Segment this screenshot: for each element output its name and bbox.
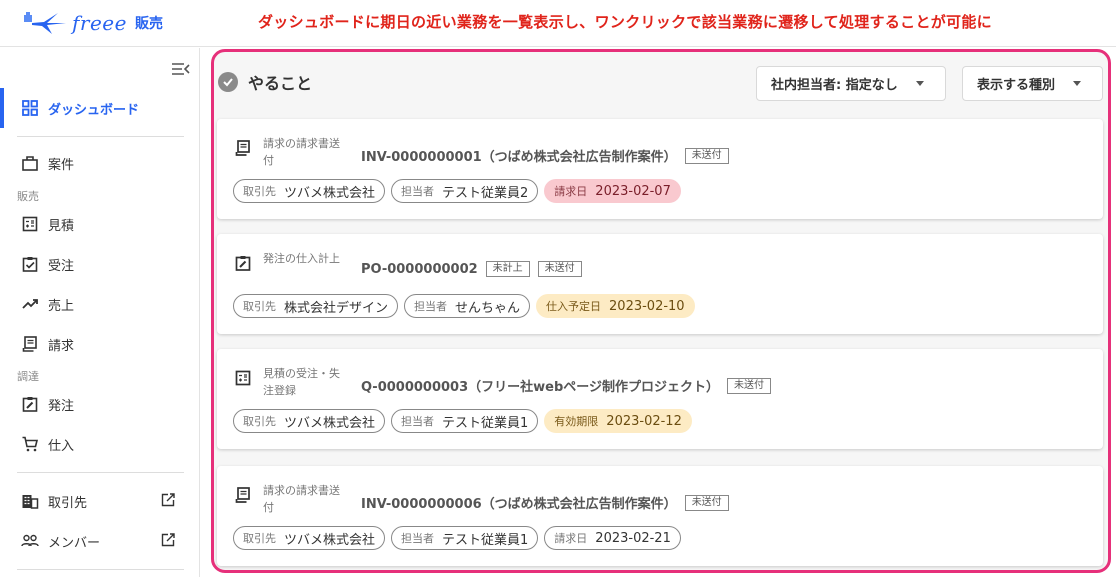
- todo-card[interactable]: 見積の受注・失注登録 Q-0000000003（フリー社webページ制作プロジェ…: [217, 349, 1103, 449]
- sidebar-divider: [17, 472, 184, 473]
- type-filter-label: 表示する種別: [977, 78, 1056, 93]
- document-title[interactable]: INV-0000000006（つばめ株式会社広告制作案件）: [361, 493, 677, 512]
- sidebar-item-members[interactable]: メンバー: [20, 526, 185, 556]
- caret-down-icon: [915, 81, 924, 86]
- due-date-chip: 請求日 2023-02-21: [544, 526, 681, 550]
- due-date-chip: 請求日 2023-02-07: [544, 179, 681, 203]
- document-title[interactable]: Q-0000000003（フリー社webページ制作プロジェクト）: [361, 376, 719, 395]
- assignee-filter-dropdown[interactable]: 社内担当者: 指定なし: [756, 66, 946, 101]
- assignee-chip: 担当者 せんちゃん: [404, 294, 531, 318]
- caret-down-icon: [1073, 81, 1082, 86]
- top-bar: freee 販売 ダッシュボードに期日の近い業務を一覧表示し、ワンクリックで該当…: [0, 0, 1116, 47]
- clipboard-edit-icon: [20, 394, 40, 414]
- type-filter-dropdown[interactable]: 表示する種別: [962, 66, 1103, 101]
- status-tag: 未送付: [537, 261, 582, 277]
- todo-title: やること: [248, 74, 313, 93]
- receipt-icon: [20, 334, 40, 354]
- client-chip: 取引先 ツバメ株式会社: [233, 409, 386, 433]
- task-kind: 発注の仕入計上: [263, 252, 340, 265]
- external-link-icon: [161, 533, 175, 547]
- due-date-chip: 仕入予定日 2023-02-10: [536, 294, 695, 318]
- todo-card[interactable]: 請求の請求書送付 INV-0000000006（つばめ株式会社広告制作案件） 未…: [217, 466, 1103, 566]
- calculator-icon: [235, 370, 251, 386]
- todo-header: やること: [218, 70, 312, 94]
- freee-logo[interactable]: freee 販売: [22, 10, 163, 36]
- clipboard-check-icon: [20, 254, 40, 274]
- building-icon: [20, 491, 40, 511]
- sidebar-item-deals[interactable]: 案件: [20, 148, 185, 178]
- sidebar-item-label: ダッシュボード: [48, 102, 140, 118]
- section-label-sales: 販売: [17, 190, 39, 203]
- briefcase-icon: [20, 153, 40, 173]
- task-kind: 見積の受注・失注登録: [263, 367, 340, 397]
- due-date-chip: 有効期限 2023-02-12: [544, 409, 692, 433]
- sidebar-item-purchase-orders[interactable]: 発注: [20, 389, 185, 419]
- task-kind: 請求の請求書送付: [263, 137, 340, 167]
- client-chip: 取引先 ツバメ株式会社: [233, 526, 386, 550]
- external-link-icon: [161, 493, 175, 507]
- swallow-logo-icon: [24, 12, 66, 34]
- assignee-chip: 担当者 テスト従業員1: [391, 409, 539, 433]
- assignee-chip: 担当者 テスト従業員2: [391, 179, 539, 203]
- sidebar-item-partners[interactable]: 取引先: [20, 486, 185, 516]
- calculator-icon: [20, 214, 40, 234]
- trending-up-icon: [20, 294, 40, 314]
- cart-icon: [20, 434, 40, 454]
- status-tag: 未送付: [727, 377, 772, 394]
- sidebar-divider: [17, 569, 184, 570]
- sidebar-divider: [17, 136, 184, 137]
- receipt-icon: [235, 140, 250, 156]
- status-tag: 未送付: [684, 494, 729, 511]
- sidebar-item-label: 請求: [48, 338, 75, 354]
- sidebar-item-label: 受注: [48, 258, 75, 274]
- check-circle-icon: [218, 72, 238, 92]
- sidebar-item-quotes[interactable]: 見積: [20, 209, 185, 239]
- sidebar-item-label: 取引先: [48, 495, 88, 511]
- assignee-filter-label: 社内担当者: 指定なし: [771, 78, 898, 93]
- sidebar-item-invoices[interactable]: 請求: [20, 329, 185, 359]
- assignee-chip: 担当者 テスト従業員1: [391, 526, 539, 550]
- document-title[interactable]: INV-0000000001（つばめ株式会社広告制作案件）: [361, 146, 677, 165]
- sidebar-item-purchases[interactable]: 仕入: [20, 429, 185, 459]
- client-chip: 取引先 ツバメ株式会社: [233, 179, 386, 203]
- sidebar-item-label: メンバー: [48, 535, 101, 551]
- document-title[interactable]: PO-0000000002: [361, 262, 478, 277]
- task-kind: 請求の請求書送付: [263, 484, 340, 514]
- brand-name: freee: [72, 11, 127, 35]
- annotation-caption: ダッシュボードに期日の近い業務を一覧表示し、ワンクリックで該当業務に遷移して処理…: [258, 13, 992, 31]
- clipboard-edit-icon: [235, 256, 251, 271]
- sidebar-item-label: 案件: [48, 157, 75, 173]
- sidebar: ダッシュボード 案件 販売 見積 受注 売上 請求 調達 発注 仕入 取引先 メ…: [0, 48, 200, 577]
- sidebar-item-label: 仕入: [48, 438, 75, 454]
- sidebar-item-label: 見積: [48, 218, 75, 234]
- people-icon: [20, 531, 40, 551]
- sidebar-item-sales[interactable]: 売上: [20, 289, 185, 319]
- sidebar-item-label: 発注: [48, 398, 75, 414]
- sidebar-item-label: 売上: [48, 298, 75, 314]
- dashboard-icon: [20, 98, 40, 118]
- status-tag: 未計上: [485, 261, 530, 277]
- section-label-procurement: 調達: [17, 370, 39, 383]
- receipt-icon: [235, 487, 250, 503]
- product-name: 販売: [134, 16, 163, 32]
- active-indicator: [0, 88, 4, 128]
- todo-card[interactable]: 請求の請求書送付 INV-0000000001（つばめ株式会社広告制作案件） 未…: [217, 119, 1103, 219]
- sidebar-item-orders[interactable]: 受注: [20, 249, 185, 279]
- menu-collapse-icon[interactable]: [171, 61, 191, 77]
- status-tag: 未送付: [684, 147, 729, 164]
- client-chip: 取引先 株式会社デザイン: [233, 294, 399, 318]
- todo-card[interactable]: 発注の仕入計上 PO-0000000002 未計上 未送付 取引先 株式会社デザイ…: [217, 234, 1103, 334]
- sidebar-item-dashboard[interactable]: ダッシュボード: [20, 93, 185, 123]
